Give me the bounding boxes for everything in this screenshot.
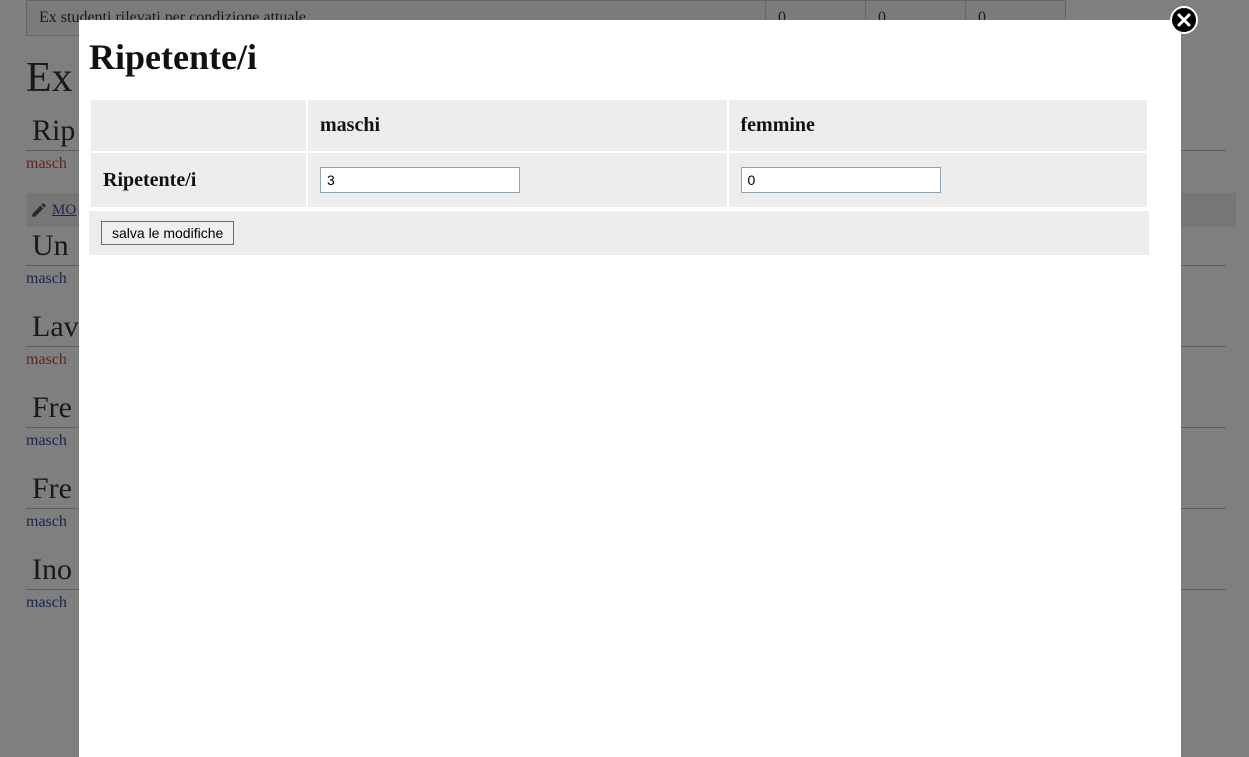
- save-row: salva le modifiche: [89, 211, 1149, 255]
- modal-dialog: Ripetente/i maschi femmine Ripetente/i s…: [79, 20, 1181, 757]
- col-header-femmine: femmine: [729, 100, 1148, 151]
- close-button[interactable]: [1169, 5, 1199, 35]
- save-button[interactable]: salva le modifiche: [101, 221, 234, 245]
- modal-form-table: maschi femmine Ripetente/i: [89, 98, 1149, 209]
- cell-maschi: [308, 153, 727, 207]
- col-header-blank: [91, 100, 306, 151]
- modal-title: Ripetente/i: [89, 36, 1171, 78]
- femmine-input[interactable]: [741, 167, 941, 193]
- col-header-maschi: maschi: [308, 100, 727, 151]
- maschi-input[interactable]: [320, 167, 520, 193]
- row-label: Ripetente/i: [91, 153, 306, 207]
- cell-femmine: [729, 153, 1148, 207]
